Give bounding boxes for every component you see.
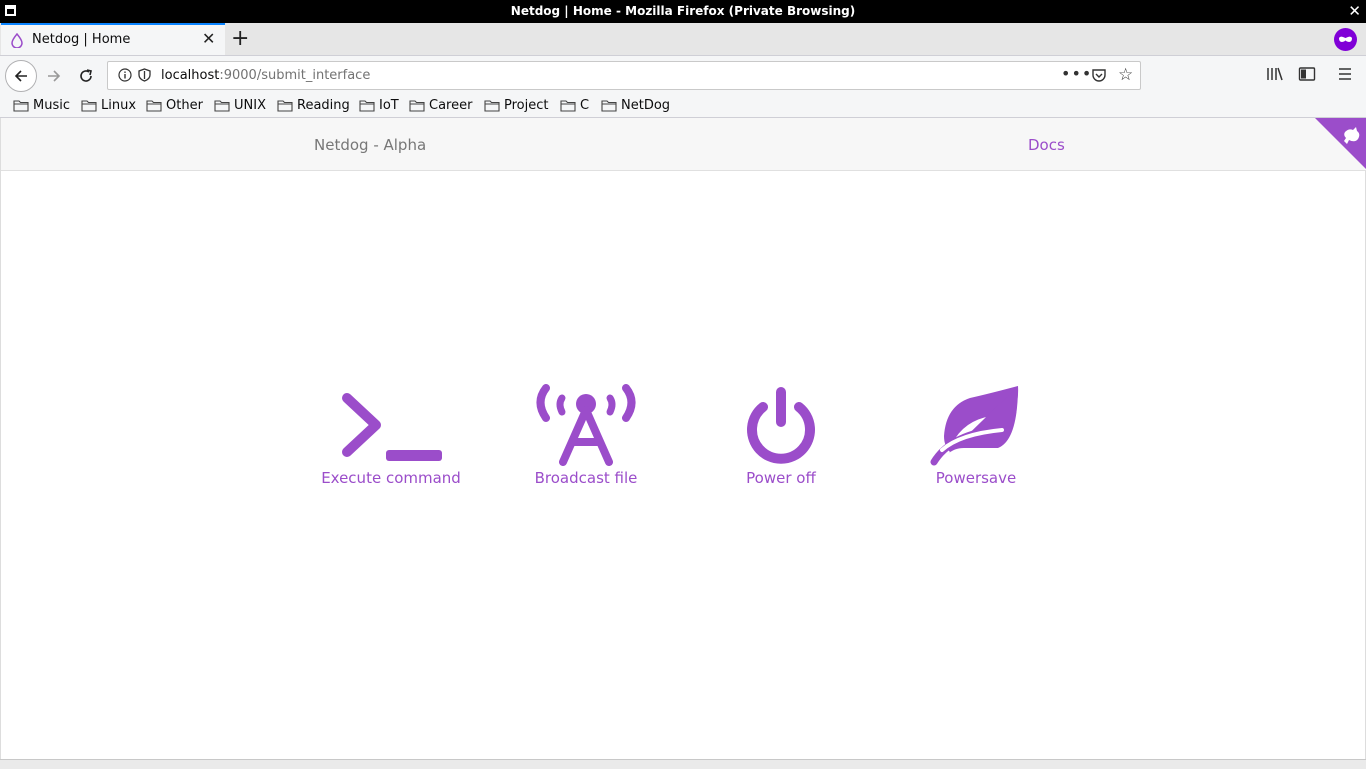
bookmark-folder-career[interactable]: Career bbox=[409, 98, 472, 113]
tab-bar: Netdog | Home ✕ + bbox=[0, 23, 1366, 56]
folder-icon bbox=[409, 100, 425, 112]
window-titlebar: Netdog | Home - Mozilla Firefox (Private… bbox=[0, 0, 1366, 23]
folder-icon bbox=[146, 100, 162, 112]
bookmark-label: Reading bbox=[297, 98, 350, 113]
folder-icon bbox=[359, 100, 375, 112]
broadcast-icon bbox=[536, 384, 636, 466]
execute-command-button[interactable]: Execute command bbox=[316, 382, 466, 487]
github-corner-icon[interactable] bbox=[1315, 118, 1366, 170]
action-label: Execute command bbox=[321, 469, 461, 487]
window-title: Netdog | Home - Mozilla Firefox (Private… bbox=[510, 4, 856, 18]
menu-hamburger-icon[interactable] bbox=[1337, 66, 1353, 86]
tab-netdog-home[interactable]: Netdog | Home ✕ bbox=[1, 23, 225, 55]
bookmark-label: Project bbox=[504, 98, 549, 113]
powersave-button[interactable]: Powersave bbox=[901, 382, 1051, 487]
site-navbar: Netdog - Alpha Docs bbox=[1, 118, 1366, 171]
bookmark-folder-linux[interactable]: Linux bbox=[81, 98, 136, 113]
site-brand[interactable]: Netdog - Alpha bbox=[314, 136, 426, 154]
library-icon[interactable] bbox=[1266, 66, 1284, 86]
folder-icon bbox=[13, 100, 29, 112]
bookmark-folder-reading[interactable]: Reading bbox=[277, 98, 350, 113]
bookmark-folder-music[interactable]: Music bbox=[13, 98, 70, 113]
folder-icon bbox=[560, 100, 576, 112]
bookmark-label: Career bbox=[429, 98, 473, 113]
action-label: Power off bbox=[746, 469, 816, 487]
forward-button[interactable] bbox=[39, 61, 69, 91]
bookmark-folder-project[interactable]: Project bbox=[484, 98, 548, 113]
bookmark-label: IoT bbox=[379, 98, 399, 113]
broadcast-file-button[interactable]: Broadcast file bbox=[511, 382, 661, 487]
url-text[interactable]: localhost:9000/submit_interface bbox=[161, 68, 370, 83]
terminal-icon bbox=[342, 393, 442, 461]
folder-icon bbox=[277, 100, 293, 112]
page-actions-icon[interactable]: ••• bbox=[1061, 64, 1092, 83]
bookmark-folder-c[interactable]: C bbox=[560, 98, 589, 113]
bookmark-label: Music bbox=[33, 98, 70, 113]
folder-icon bbox=[214, 100, 230, 112]
tab-title: Netdog | Home bbox=[32, 32, 131, 47]
bookmark-label: UNIX bbox=[234, 98, 266, 113]
window-close-icon[interactable]: ✕ bbox=[1348, 3, 1361, 19]
navigation-toolbar: localhost:9000/submit_interface ••• ☆ bbox=[0, 56, 1366, 95]
reload-button[interactable] bbox=[71, 61, 101, 91]
private-browsing-icon bbox=[1334, 28, 1357, 51]
folder-icon bbox=[81, 100, 97, 112]
bookmark-folder-netdog[interactable]: NetDog bbox=[601, 98, 670, 113]
bookmark-label: Linux bbox=[101, 98, 137, 113]
pocket-icon[interactable] bbox=[1091, 68, 1107, 87]
bookmarks-toolbar: Music Linux Other UNIX Reading IoT Caree… bbox=[0, 95, 1366, 118]
address-bar[interactable]: localhost:9000/submit_interface ••• ☆ bbox=[107, 61, 1141, 90]
bookmark-label: NetDog bbox=[621, 98, 671, 113]
folder-icon bbox=[601, 100, 617, 112]
action-label: Powersave bbox=[935, 469, 1017, 487]
docs-link[interactable]: Docs bbox=[1028, 136, 1065, 154]
bookmark-folder-other[interactable]: Other bbox=[146, 98, 203, 113]
url-host: localhost bbox=[161, 68, 220, 83]
drop-favicon-icon bbox=[11, 32, 23, 52]
folder-icon bbox=[484, 100, 500, 112]
tab-close-icon[interactable]: ✕ bbox=[202, 29, 215, 48]
action-label: Broadcast file bbox=[534, 469, 638, 487]
leaf-icon bbox=[930, 386, 1019, 466]
bookmark-folder-iot[interactable]: IoT bbox=[359, 98, 399, 113]
page-content: Netdog - Alpha Docs Execute command Broa… bbox=[0, 118, 1366, 768]
bookmark-label: C bbox=[580, 98, 590, 113]
power-off-button[interactable]: Power off bbox=[706, 382, 856, 487]
bookmark-star-icon[interactable]: ☆ bbox=[1118, 65, 1133, 85]
sidebar-icon[interactable] bbox=[1298, 66, 1316, 86]
back-button[interactable] bbox=[5, 60, 37, 92]
info-icon[interactable] bbox=[118, 68, 132, 86]
url-path: :9000/submit_interface bbox=[219, 68, 371, 83]
power-icon bbox=[747, 387, 815, 464]
tracking-shield-icon[interactable] bbox=[138, 68, 151, 86]
bookmark-folder-unix[interactable]: UNIX bbox=[214, 98, 266, 113]
new-tab-button[interactable]: + bbox=[231, 26, 249, 51]
bookmark-label: Other bbox=[166, 98, 203, 113]
